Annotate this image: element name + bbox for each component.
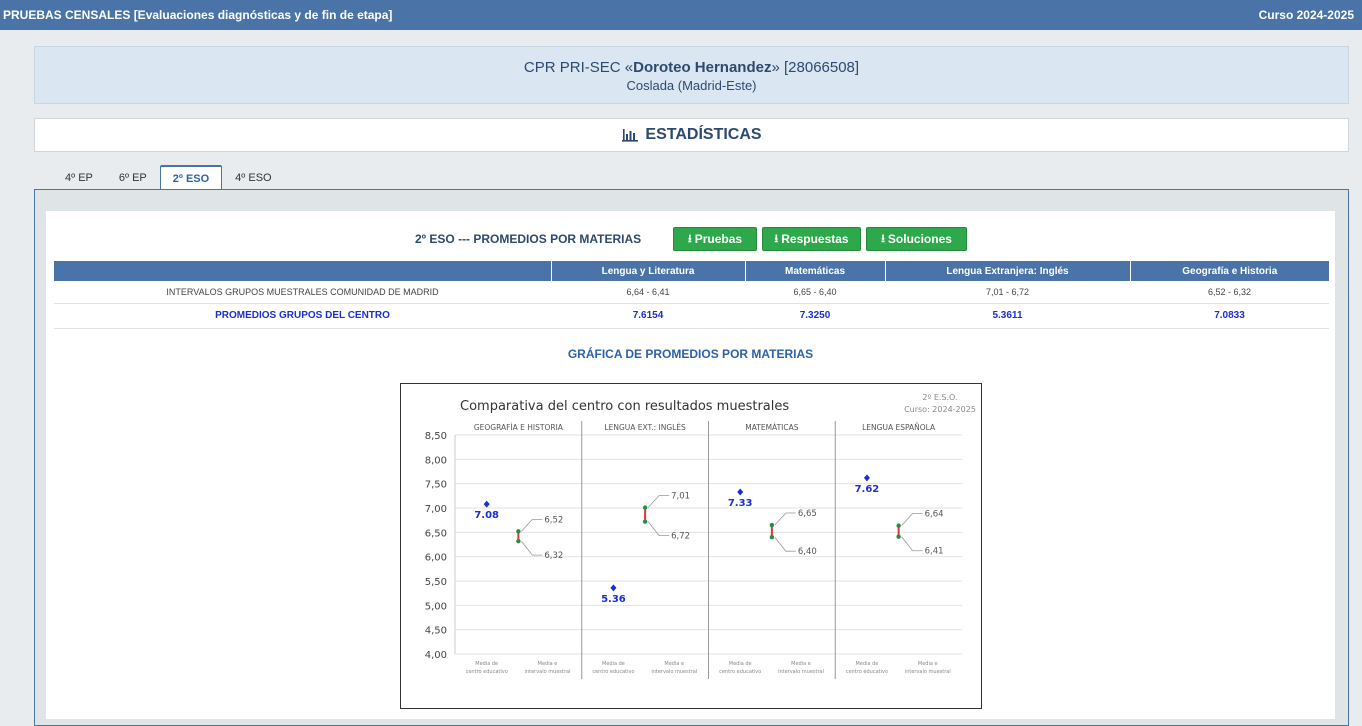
x-sub-label: centro educativo [846, 669, 888, 675]
x-sub-label: Media e [791, 661, 811, 667]
column-header: Matemáticas [745, 261, 886, 281]
pruebas-button[interactable]: ⭳ Pruebas [673, 227, 757, 251]
table-cell: 7.6154 [551, 303, 745, 329]
y-tick-label: 4,00 [425, 650, 447, 661]
interval-low-label: 6,32 [544, 551, 563, 561]
table-cell: 5.3611 [885, 303, 1130, 329]
soluciones-button[interactable]: ⭳ Soluciones [866, 227, 967, 251]
x-sub-label: Media de [729, 661, 752, 667]
interval-low-point [516, 538, 521, 544]
interval-high-label: 6,65 [798, 509, 817, 519]
interval-high-label: 7,01 [671, 492, 690, 502]
averages-chart: Comparativa del centro con resultados mu… [400, 383, 982, 709]
column-header: Lengua y Literatura [551, 261, 746, 281]
interval-high-point [769, 522, 775, 528]
interval-high-label: 6,64 [925, 510, 944, 520]
averages-table: Lengua y Literatura Matemáticas Lengua E… [54, 261, 1329, 329]
center-value-label: 7.62 [855, 484, 880, 495]
course-label: Curso 2024-2025 [1258, 8, 1354, 22]
panel-title: 2º ESO --- PROMEDIOS POR MATERIAS [415, 232, 642, 246]
x-sub-label: intervalo muestral [778, 669, 824, 675]
y-tick-label: 5,00 [425, 601, 447, 612]
chart-section-title: GRÁFICA DE PROMEDIOS POR MATERIAS [567, 347, 814, 361]
table-cell: 6,64 - 6,41 [551, 281, 745, 304]
table-row: INTERVALOS GRUPOS MUESTRALES COMUNIDAD D… [54, 281, 1329, 304]
interval-high-label: 6,52 [544, 515, 563, 525]
panel-header: 2º ESO --- PROMEDIOS POR MATERIAS ⭳ Prue… [46, 227, 1335, 251]
x-sub-label: intervalo muestral [905, 669, 951, 675]
y-tick-label: 4,50 [425, 626, 447, 637]
tab-4-ep[interactable]: 4º EP [52, 165, 106, 190]
download-icon: ⭳ [774, 232, 779, 245]
interval-low-label: 6,40 [798, 547, 817, 557]
center-value-label: 7.08 [474, 510, 499, 521]
row-label: INTERVALOS GRUPOS MUESTRALES COMUNIDAD D… [54, 281, 551, 304]
x-sub-label: centro educativo [719, 669, 761, 675]
averages-panel: 2º ESO --- PROMEDIOS POR MATERIAS ⭳ Prue… [46, 211, 1335, 719]
y-tick-label: 7,50 [425, 480, 447, 491]
top-bar: PRUEBAS CENSALES [Evaluaciones diagnósti… [0, 0, 1362, 30]
x-sub-label: Media e [538, 661, 558, 667]
x-sub-label: Media de [602, 661, 625, 667]
group-header: MATEMÁTICAS [745, 423, 799, 432]
interval-low-label: 6,41 [925, 547, 944, 557]
center-value-label: 5.36 [601, 594, 626, 605]
column-header: Geografía e Historia [1130, 261, 1329, 281]
x-sub-label: Media e [918, 661, 938, 667]
statistics-header: ESTADÍSTICAS [34, 118, 1349, 152]
interval-high-point [642, 505, 648, 510]
group-header: LENGUA ESPAÑOLA [862, 423, 936, 432]
table-cell: 7.0833 [1130, 303, 1329, 329]
x-sub-label: intervalo muestral [525, 669, 571, 675]
group-header: GEOGRAFÍA E HISTORIA [474, 423, 564, 432]
chart-subtitle-level: 2º E.S.O. [922, 393, 957, 402]
column-header: Lengua Extranjera: Inglés [885, 261, 1131, 281]
chart-subtitle-course: Curso: 2024-2025 [904, 405, 976, 414]
interval-low-label: 6,72 [671, 532, 690, 542]
chart-title: Comparativa del centro con resultados mu… [460, 399, 789, 414]
level-tabs: 4º EP 6º EP 2º ESO 4º ESO [52, 165, 285, 190]
school-location: Coslada (Madrid-Este) [626, 78, 757, 93]
tab-6-ep[interactable]: 6º EP [106, 165, 160, 190]
table-row: PROMEDIOS GRUPOS DEL CENTRO 7.6154 7.325… [54, 303, 1329, 329]
interval-high-point [516, 529, 521, 534]
y-tick-label: 8,00 [425, 455, 447, 466]
x-sub-label: Media de [475, 661, 498, 667]
y-tick-label: 5,50 [425, 577, 447, 588]
row-label: PROMEDIOS GRUPOS DEL CENTRO [54, 303, 551, 329]
interval-low-point [642, 519, 648, 524]
x-sub-label: intervalo muestral [651, 669, 697, 675]
interval-high-point [896, 523, 901, 528]
interval-low-point [896, 534, 901, 539]
group-header: LENGUA EXT.: INGLÉS [604, 423, 686, 432]
y-tick-label: 6,00 [425, 553, 447, 564]
x-sub-label: centro educativo [466, 669, 508, 675]
school-name-line: CPR PRI-SEC «Doroteo Hernandez» [2806650… [523, 59, 860, 76]
bar-chart-icon [622, 129, 639, 142]
x-sub-label: centro educativo [592, 669, 634, 675]
school-name: Doroteo Hernandez [633, 59, 772, 76]
tab-4-eso[interactable]: 4º ESO [222, 165, 284, 190]
x-sub-label: Media de [856, 661, 879, 667]
table-cell: 7,01 - 6,72 [885, 281, 1130, 304]
respuestas-button[interactable]: ⭳ Respuestas [762, 227, 861, 251]
tab-2-eso[interactable]: 2º ESO [159, 165, 223, 190]
download-icon: ⭳ [687, 232, 692, 245]
statistics-title: ESTADÍSTICAS [645, 126, 762, 143]
y-tick-label: 8,50 [425, 431, 447, 442]
app-title: PRUEBAS CENSALES [Evaluaciones diagnósti… [3, 8, 393, 22]
y-tick-label: 6,50 [425, 528, 447, 539]
school-info-box: CPR PRI-SEC «Doroteo Hernandez» [2806650… [34, 46, 1349, 104]
center-value-label: 7.33 [728, 498, 753, 509]
table-cell: 7.3250 [745, 303, 885, 329]
interval-low-point [769, 535, 775, 540]
column-header [54, 261, 552, 281]
x-sub-label: Media e [664, 661, 684, 667]
y-tick-label: 7,00 [425, 504, 447, 515]
download-icon: ⭳ [881, 232, 885, 245]
table-cell: 6,52 - 6,32 [1130, 281, 1329, 304]
table-cell: 6,65 - 6,40 [745, 281, 885, 304]
